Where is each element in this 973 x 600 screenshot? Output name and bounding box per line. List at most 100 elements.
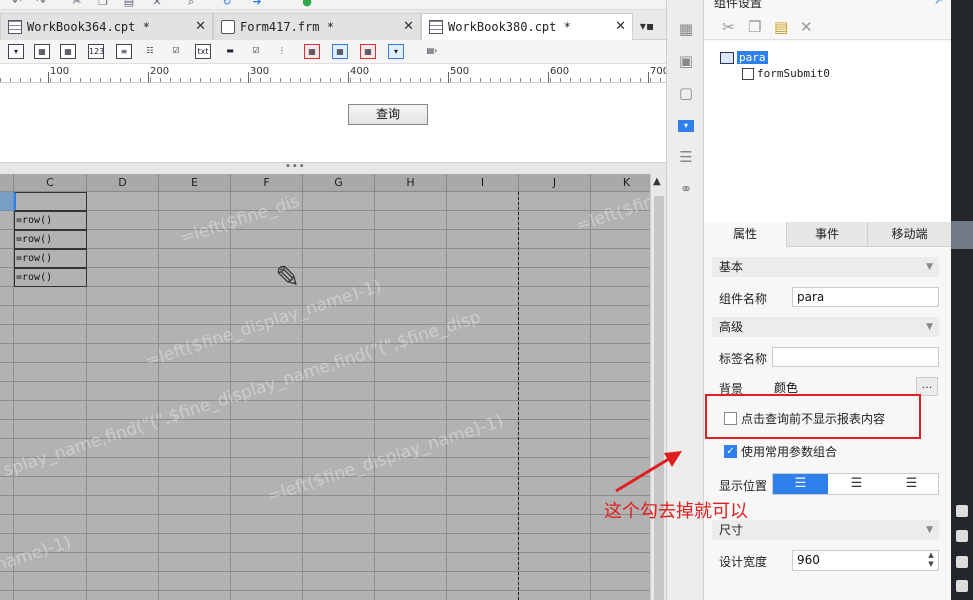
cut-icon[interactable]: ✂ <box>70 0 84 8</box>
tree-node-formsubmit[interactable]: formSubmit0 <box>742 67 830 80</box>
ruler-label: 400 <box>350 66 370 77</box>
list-widget-icon[interactable]: ≡ <box>116 44 132 59</box>
cut-icon[interactable]: ✂ <box>722 18 735 36</box>
tree-combo-icon[interactable]: ▦ <box>332 44 348 59</box>
column-header-cell[interactable] <box>0 174 14 192</box>
column-header-cell[interactable]: I <box>447 174 519 192</box>
grid-cell[interactable]: =row() <box>14 249 87 268</box>
date-picker-icon[interactable]: ▦ <box>304 44 320 59</box>
workbook-icon <box>8 20 22 34</box>
widget-lib-icon[interactable]: ▣ <box>677 52 695 70</box>
date-widget-icon[interactable]: ▦ <box>34 44 50 59</box>
column-header-cell[interactable]: F <box>231 174 303 192</box>
copy-icon[interactable]: ❐ <box>748 18 761 36</box>
parameter-pane: 查询 <box>0 83 666 162</box>
tab-workbook364[interactable]: WorkBook364.cpt * ✕ <box>0 13 213 40</box>
drag-handle-icon[interactable]: ••• <box>285 161 306 172</box>
radio-group-icon[interactable]: ☷ <box>142 44 158 59</box>
ruler-label: 100 <box>50 66 70 77</box>
pane-splitter[interactable]: ••• <box>0 161 666 174</box>
column-header-cell[interactable]: D <box>87 174 159 192</box>
more-widgets-icon[interactable]: ▤› <box>424 44 440 59</box>
expand-icon[interactable]: ↗ <box>934 0 943 7</box>
forward-icon[interactable]: ➜ <box>250 0 264 8</box>
delete-icon[interactable]: ✕ <box>800 18 813 36</box>
tab-list-dropdown-icon[interactable]: ▾▪ <box>637 16 657 36</box>
workbook-icon <box>429 20 443 34</box>
calendar-widget-icon[interactable]: ▦ <box>60 44 76 59</box>
link-icon[interactable]: ⚭ <box>677 180 695 198</box>
checkbox-group-icon[interactable]: ☑ <box>168 44 184 59</box>
spinner-icon[interactable]: ▲ ▼ <box>925 551 937 570</box>
preview-icon[interactable]: ⌕ <box>184 0 198 8</box>
tree-node-para[interactable]: para <box>720 50 768 64</box>
close-icon[interactable]: ✕ <box>615 14 626 40</box>
taskbar-icon[interactable] <box>956 505 968 517</box>
tree-widget-icon[interactable]: ⋮ <box>274 44 290 59</box>
taskbar-icon[interactable] <box>956 556 968 568</box>
section-advanced[interactable]: 高级 ▼ <box>712 317 939 337</box>
grid-cell[interactable]: =row() <box>14 268 87 287</box>
column-header-cell[interactable]: C <box>14 174 87 192</box>
query-button[interactable]: 查询 <box>348 104 428 125</box>
tab-workbook380[interactable]: WorkBook380.cpt * ✕ <box>421 13 633 41</box>
use-param-combo-label[interactable]: 使用常用参数组合 <box>741 443 837 460</box>
taskbar-icon[interactable] <box>956 530 968 542</box>
copy-icon[interactable]: ❐ <box>96 0 110 8</box>
column-header-cell[interactable]: H <box>375 174 447 192</box>
delete-icon[interactable]: ✕ <box>150 0 164 8</box>
combo-widget-icon[interactable]: ▾ <box>8 44 24 59</box>
section-title: 尺寸 <box>719 523 744 537</box>
arrow-icon[interactable]: ↻ <box>220 0 234 8</box>
section-size[interactable]: 尺寸 ▼ <box>712 520 939 540</box>
scrollbar-thumb[interactable] <box>654 196 664 600</box>
column-header-cell[interactable]: G <box>303 174 375 192</box>
tab-form417[interactable]: Form417.frm * ✕ <box>213 13 421 40</box>
stack-icon[interactable]: ☰ <box>677 148 695 166</box>
paste-icon[interactable]: ▤ <box>774 18 788 36</box>
close-icon[interactable]: ✕ <box>195 14 206 40</box>
tab-label: WorkBook364.cpt * <box>27 20 150 34</box>
tab-label: WorkBook380.cpt * <box>448 20 571 34</box>
tab-mobile[interactable]: 移动端 <box>868 222 951 247</box>
grid-cell[interactable]: =row() <box>14 211 87 230</box>
tab-properties[interactable]: 属性 <box>704 222 787 247</box>
column-header-cell[interactable]: E <box>159 174 231 192</box>
password-widget-icon[interactable]: ▬ <box>222 44 238 59</box>
ruler-label: 600 <box>550 66 570 77</box>
widget-name-input[interactable]: para <box>792 287 939 307</box>
number-widget-icon[interactable]: 123 <box>88 44 104 59</box>
use-param-combo-checkbox[interactable]: ✓ <box>724 445 737 458</box>
tag-name-input[interactable] <box>772 347 939 367</box>
frame-icon[interactable]: ▢ <box>677 84 695 102</box>
align-left-button[interactable]: ☰ <box>773 474 828 494</box>
paste-icon[interactable]: ▤ <box>122 0 136 8</box>
check-icon[interactable]: ● <box>300 0 314 8</box>
layout-icon[interactable]: ▦ <box>677 20 695 38</box>
redo-icon[interactable]: ↷ <box>34 0 48 8</box>
taskbar-icon[interactable] <box>956 580 968 592</box>
vertical-scrollbar[interactable]: ▲ <box>650 174 666 600</box>
column-header-cell[interactable]: J <box>519 174 591 192</box>
arrow-shaft <box>615 455 673 493</box>
section-basic[interactable]: 基本 ▼ <box>712 257 939 277</box>
text-widget-icon[interactable]: txt <box>195 44 211 59</box>
grid-cell[interactable]: =row() <box>14 230 87 249</box>
align-right-button[interactable]: ☰ <box>884 474 939 494</box>
panel-toolbar: ✂ ❐ ▤ ✕ <box>704 14 951 40</box>
design-width-input[interactable]: 960 ▲ ▼ <box>792 550 939 571</box>
checkbox-widget-icon[interactable]: ☑ <box>248 44 264 59</box>
scroll-up-icon[interactable]: ▲ <box>653 176 661 187</box>
ruler-tick <box>248 72 249 83</box>
time-picker-icon[interactable]: ▦ <box>360 44 376 59</box>
dropdown-widget-icon[interactable]: ▾ <box>388 44 404 59</box>
report-grid[interactable]: C D E F G H I J K =row() =row() =row() =… <box>0 174 650 600</box>
grid-cell[interactable] <box>14 192 87 211</box>
align-center-button[interactable]: ☰ <box>829 474 884 494</box>
close-icon[interactable]: ✕ <box>403 14 414 40</box>
column-header: C D E F G H I J K <box>0 174 650 192</box>
param-widget-icon[interactable]: ▾ <box>678 120 694 132</box>
column-header-cell[interactable]: K <box>591 174 650 192</box>
tab-events[interactable]: 事件 <box>787 222 868 247</box>
undo-icon[interactable]: ↶ <box>10 0 24 8</box>
